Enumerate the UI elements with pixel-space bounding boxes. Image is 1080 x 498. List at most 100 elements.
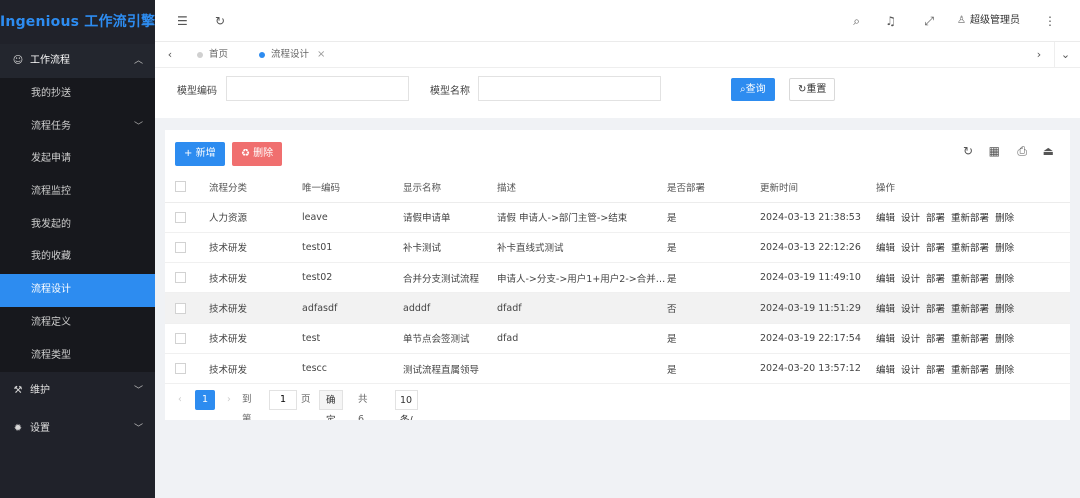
delete-button[interactable]: ♻ 删除: [232, 142, 283, 166]
sidebar-item-process-tasks[interactable]: 流程任务 ﹀: [0, 111, 155, 144]
close-icon[interactable]: ×: [317, 49, 325, 60]
column-header[interactable]: 流程分类: [209, 172, 302, 203]
delete-button-label: 删除: [253, 148, 274, 159]
column-header[interactable]: 更新时间: [760, 172, 876, 203]
redeploy-link[interactable]: 重新部署: [951, 365, 989, 376]
table-row[interactable]: 技术研发 test01 补卡测试 补卡直线式测试是 2024-03-13 22:12:2…: [165, 232, 1070, 264]
select-all-checkbox[interactable]: [175, 181, 186, 193]
sidebar-item-process-design[interactable]: 流程设计: [0, 274, 155, 307]
row-checkbox[interactable]: [175, 332, 186, 344]
delete-link[interactable]: 删除: [995, 243, 1014, 254]
sidebar-item-my-initiated[interactable]: 我发起的: [0, 209, 155, 242]
columns-icon[interactable]: ▦: [989, 144, 1000, 158]
edit-link[interactable]: 编辑: [876, 334, 895, 345]
delete-link[interactable]: 删除: [995, 334, 1014, 345]
sidebar-group-workflow[interactable]: ☺ 工作流程 ︿: [0, 44, 155, 78]
redeploy-link[interactable]: 重新部署: [951, 243, 989, 254]
reset-button[interactable]: ↻重置: [789, 78, 836, 101]
redeploy-link[interactable]: 重新部署: [951, 274, 989, 285]
delete-link[interactable]: 删除: [995, 213, 1014, 224]
row-checkbox[interactable]: [175, 272, 186, 284]
bell-icon[interactable]: ♫: [885, 0, 896, 42]
table-row[interactable]: 技术研发 test 单节点会签测试 dfad 是 2024-03-19 22:17:54 编…: [165, 323, 1070, 354]
page-size-select[interactable]: 10 条/页 ⌄: [395, 390, 418, 466]
deploy-link[interactable]: 部署: [926, 213, 945, 224]
row-checkbox[interactable]: [175, 302, 186, 314]
actions-cell: 编辑 设计 部署 重新部署 删除: [876, 353, 1070, 385]
refresh-icon[interactable]: ↻: [215, 0, 225, 42]
delete-link[interactable]: 删除: [995, 304, 1014, 315]
table-row[interactable]: 技术研发 adfasdf adddf dfadf 否 2024-03-19 11:51:2…: [165, 292, 1070, 324]
model-code-input[interactable]: [226, 76, 409, 101]
sidebar-item-start-application[interactable]: 发起申请: [0, 143, 155, 176]
design-link[interactable]: 设计: [901, 213, 920, 224]
next-page-icon[interactable]: ›: [227, 390, 231, 410]
deploy-link[interactable]: 部署: [926, 334, 945, 345]
menu-fold-icon[interactable]: ☰: [177, 0, 188, 42]
tab-process-design[interactable]: 流程设计 ×: [257, 42, 325, 68]
sidebar-item-my-favorites[interactable]: 我的收藏: [0, 241, 155, 274]
model-name-input[interactable]: [478, 76, 661, 101]
prev-page-icon[interactable]: ‹: [178, 390, 182, 410]
tabs-dropdown-icon[interactable]: ⌄: [1054, 42, 1076, 68]
redeploy-link[interactable]: 重新部署: [951, 304, 989, 315]
row-checkbox[interactable]: [175, 241, 186, 253]
search-icon[interactable]: ⌕: [853, 0, 860, 42]
column-header[interactable]: 描述: [497, 172, 667, 203]
column-header[interactable]: 操作: [876, 172, 1070, 203]
table-row[interactable]: 人力资源 leave 请假申请单 请假 申请人->部门主管->结束是 2024-03-1…: [165, 202, 1070, 233]
print-icon[interactable]: ⎙: [1017, 144, 1027, 159]
edit-link[interactable]: 编辑: [876, 213, 895, 224]
add-button[interactable]: + 新增: [175, 142, 225, 166]
design-link[interactable]: 设计: [901, 304, 920, 315]
column-header[interactable]: 是否部署: [667, 172, 760, 203]
edit-link[interactable]: 编辑: [876, 243, 895, 254]
design-link[interactable]: 设计: [901, 334, 920, 345]
trash-icon: ♻: [241, 148, 250, 159]
deploy-link[interactable]: 部署: [926, 243, 945, 254]
tab-home[interactable]: 首页: [195, 42, 228, 68]
delete-link[interactable]: 删除: [995, 365, 1014, 376]
redeploy-link[interactable]: 重新部署: [951, 334, 989, 345]
design-link[interactable]: 设计: [901, 274, 920, 285]
redeploy-link[interactable]: 重新部署: [951, 213, 989, 224]
refresh-icon[interactable]: ↻: [963, 144, 973, 158]
code-cell: test01: [302, 232, 403, 264]
column-header[interactable]: 显示名称: [403, 172, 497, 203]
tabs-prev-icon[interactable]: ‹: [159, 42, 181, 68]
table-row[interactable]: 技术研发 tescc 测试流程直属领导 是 2024-03-20 13:57:12 编辑设…: [165, 353, 1070, 385]
row-checkbox[interactable]: [175, 211, 186, 223]
deploy-link[interactable]: 部署: [926, 274, 945, 285]
design-link[interactable]: 设计: [901, 365, 920, 376]
row-checkbox[interactable]: [175, 363, 186, 375]
user-menu[interactable]: ♙ 超级管理员: [957, 0, 1020, 42]
query-button[interactable]: ⌕查询: [731, 78, 775, 101]
delete-link[interactable]: 删除: [995, 274, 1014, 285]
export-icon[interactable]: ⏏: [1043, 144, 1054, 158]
tabs-next-icon[interactable]: ›: [1028, 42, 1050, 68]
fullscreen-icon[interactable]: ⤢: [924, 0, 934, 42]
sidebar-item-process-type[interactable]: 流程类型: [0, 340, 155, 373]
sidebar-item-process-monitor[interactable]: 流程监控: [0, 176, 155, 209]
deploy-link[interactable]: 部署: [926, 365, 945, 376]
sidebar-item-my-cc[interactable]: 我的抄送: [0, 78, 155, 111]
tab-dot: [197, 52, 203, 58]
goto-page-input[interactable]: [269, 390, 297, 410]
goto-confirm-button[interactable]: 确定: [319, 390, 343, 426]
sidebar-item-process-definition[interactable]: 流程定义: [0, 307, 155, 340]
edit-link[interactable]: 编辑: [876, 365, 895, 376]
column-header[interactable]: 唯一编码: [302, 172, 403, 203]
sidebar-group-settings[interactable]: ✹ 设置 ﹀: [0, 410, 155, 449]
design-link[interactable]: 设计: [901, 243, 920, 254]
table-row[interactable]: 技术研发 test02 合并分支测试流程 申请人->分支->用户1+用户2->合并-.…: [165, 262, 1070, 294]
page-footer: [155, 420, 1080, 498]
page-number-current[interactable]: 1: [195, 390, 215, 410]
more-vertical-icon[interactable]: ⋮: [1044, 0, 1056, 42]
sidebar-group-maintain[interactable]: ⚒ 维护 ﹀: [0, 372, 155, 411]
actions-cell: 编辑 设计 部署 重新部署 删除: [876, 292, 1070, 324]
edit-link[interactable]: 编辑: [876, 304, 895, 315]
name-cell: adddf: [403, 292, 497, 324]
total-count: 共 6 条: [358, 394, 368, 445]
edit-link[interactable]: 编辑: [876, 274, 895, 285]
deploy-link[interactable]: 部署: [926, 304, 945, 315]
